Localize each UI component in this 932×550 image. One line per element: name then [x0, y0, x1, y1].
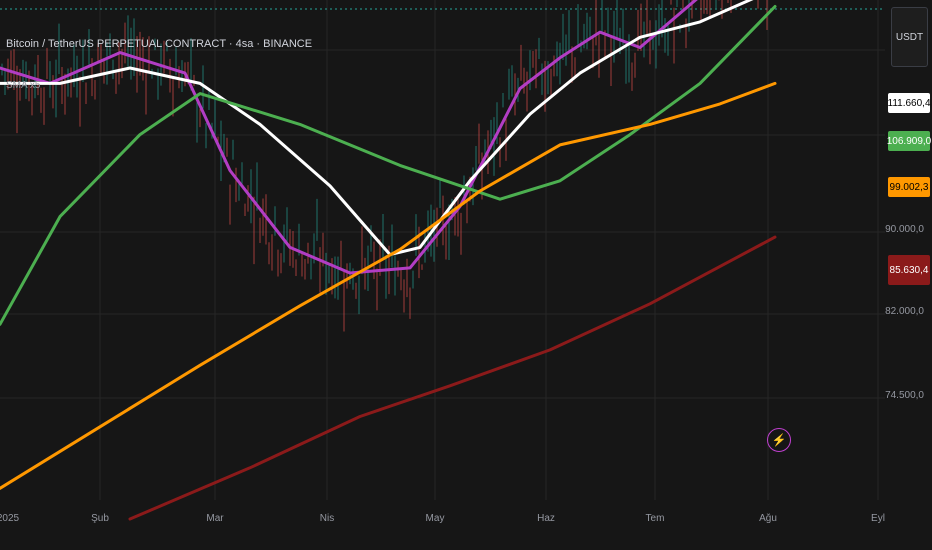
x-tick-label: Şub — [91, 513, 109, 524]
chart-area[interactable] — [0, 0, 932, 550]
price-tag-white: 111.660,4 — [888, 93, 931, 113]
x-tick-label: 2025 — [0, 513, 20, 524]
y-tick-label: 82.000,0 — [885, 306, 924, 317]
x-tick-label: Tem — [645, 513, 665, 524]
chart-title: Bitcoin / TetherUS PERPETUAL CONTRACT · … — [6, 38, 313, 50]
x-tick-label: Haz — [537, 513, 555, 524]
y-tick-label: 74.500,0 — [885, 390, 924, 401]
x-tick-label: Mar — [206, 513, 224, 524]
x-tick-label: Nis — [319, 513, 335, 524]
sma-line-4 — [128, 235, 777, 521]
x-tick-label: Ağu — [759, 513, 777, 524]
y-tick-label: 90.000,0 — [885, 224, 924, 235]
indicator-label[interactable]: SMA x5 — [6, 80, 40, 91]
lightning-icon[interactable]: ⚡ — [767, 428, 791, 452]
x-tick-label: May — [425, 513, 445, 524]
price-tag-green: 106.909,0 — [887, 131, 931, 151]
currency-button[interactable]: USDT — [891, 7, 928, 67]
x-tick-label: Eyl — [871, 513, 885, 524]
sma-line-3 — [0, 81, 777, 490]
price-tag-red: 85.630,4 — [888, 255, 930, 285]
price-tag-orange: 99.002,3 — [888, 177, 930, 197]
